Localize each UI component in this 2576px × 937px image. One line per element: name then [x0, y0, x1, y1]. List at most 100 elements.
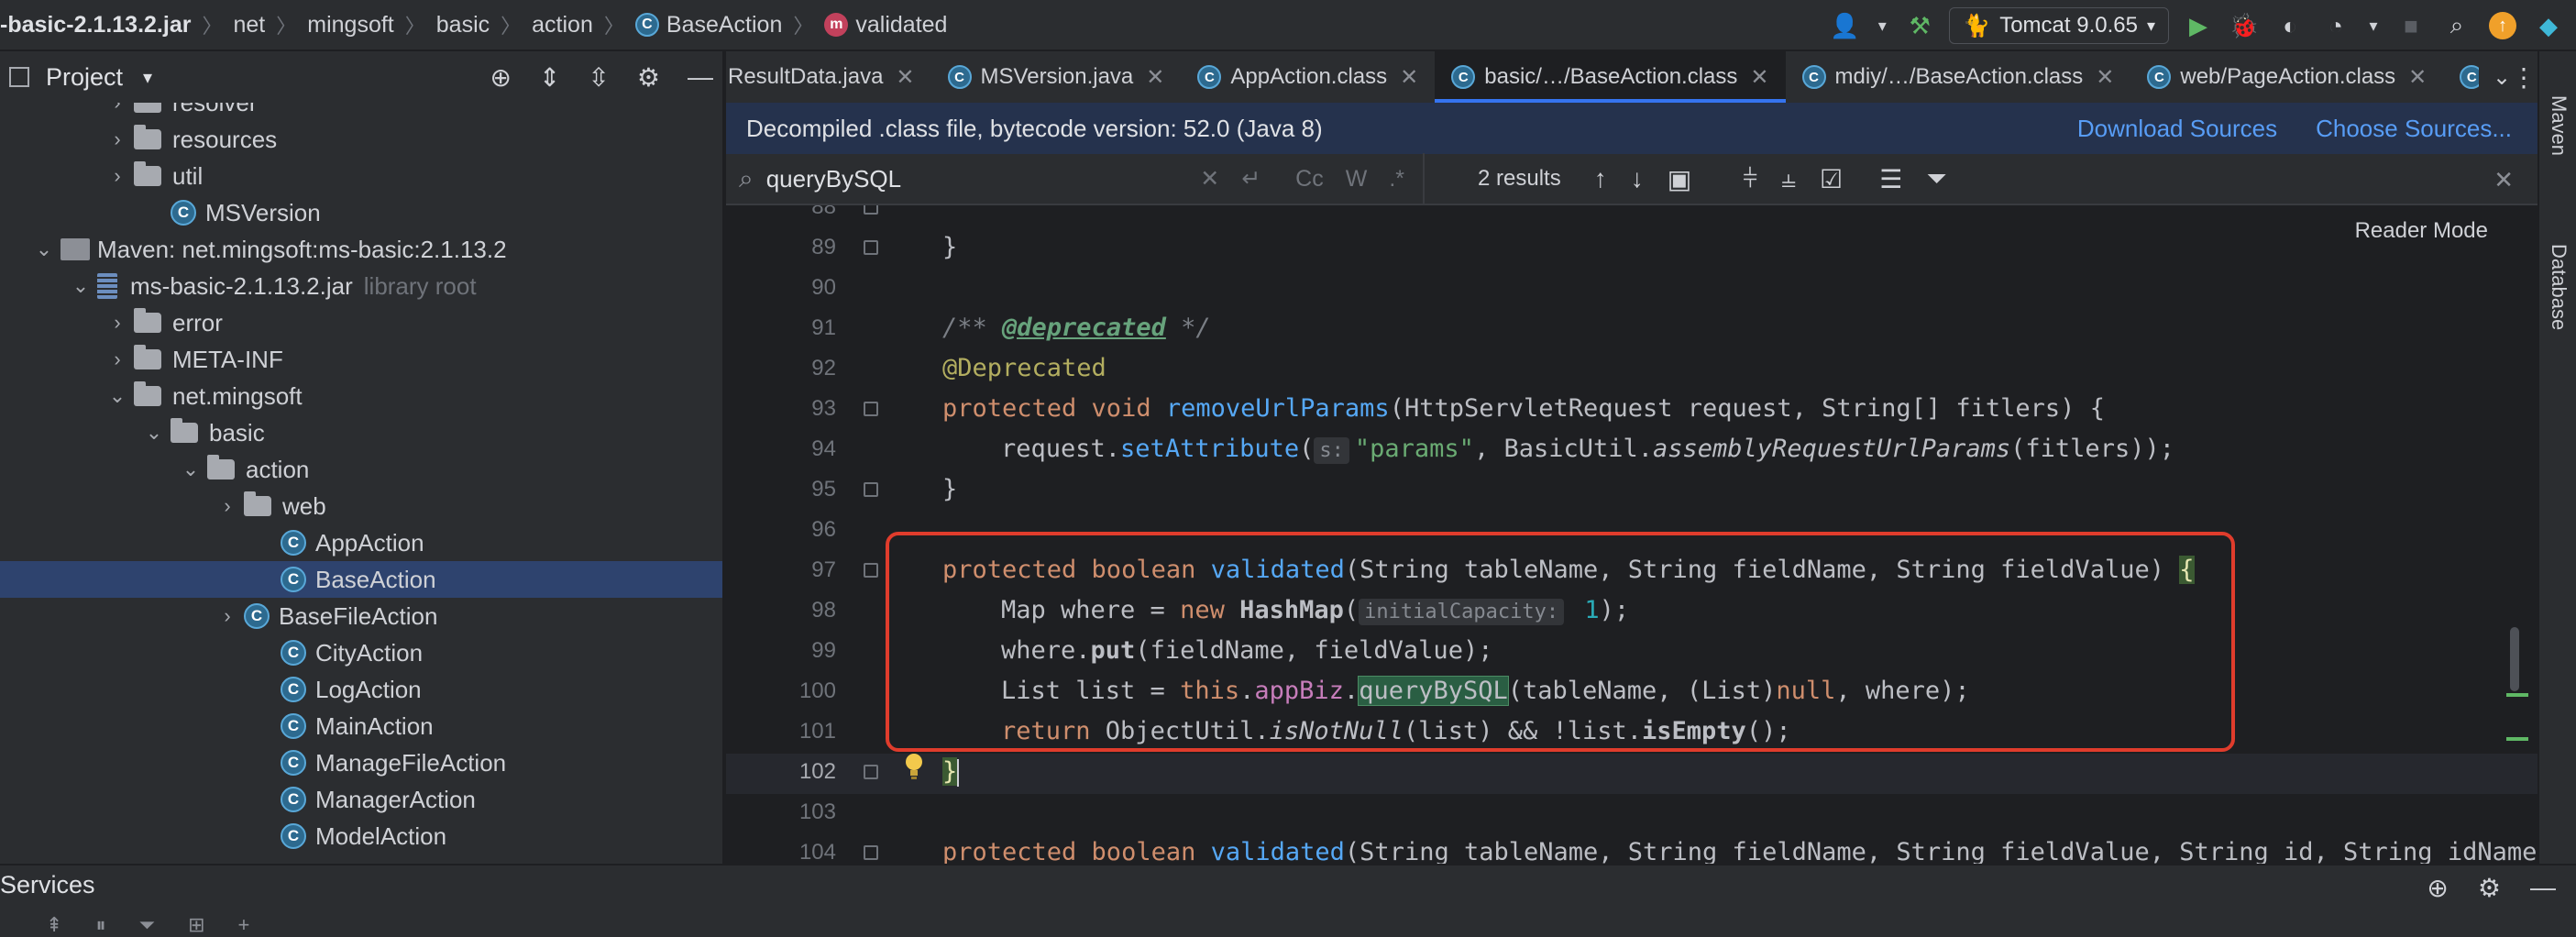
- add-selection-icon[interactable]: ⫩: [1743, 164, 1757, 194]
- tree-item[interactable]: › C BaseFileAction: [0, 598, 722, 634]
- close-tab-icon[interactable]: ✕: [2096, 64, 2114, 91]
- new-service-icon[interactable]: ⊞: [188, 913, 204, 937]
- maven-tool-button[interactable]: Maven: [2547, 95, 2570, 156]
- hide-panel-icon[interactable]: —: [688, 62, 713, 92]
- fold-marker-icon[interactable]: [864, 765, 878, 779]
- select-all-occurrences-icon[interactable]: ☑: [1820, 164, 1843, 194]
- stop-icon[interactable]: ■: [2394, 9, 2427, 42]
- add-icon[interactable]: +: [238, 913, 250, 937]
- tree-item[interactable]: › resources: [0, 121, 722, 158]
- close-tab-icon[interactable]: ✕: [2408, 64, 2427, 91]
- tree-item[interactable]: C MSVersion: [0, 194, 722, 231]
- more-run-options-icon[interactable]: ▾: [2365, 9, 2382, 42]
- fold-marker-icon[interactable]: [864, 240, 878, 255]
- hide-services-icon[interactable]: —: [2530, 873, 2556, 903]
- filter-options-icon[interactable]: ☰: [1879, 164, 1902, 194]
- whole-words-toggle[interactable]: W: [1346, 166, 1368, 193]
- add-service-icon[interactable]: ⊕: [2427, 873, 2448, 903]
- close-tab-icon[interactable]: ✕: [1750, 64, 1768, 91]
- close-tab-icon[interactable]: ✕: [1400, 64, 1418, 91]
- database-tool-button[interactable]: Database: [2547, 244, 2570, 330]
- tree-item[interactable]: › resolver: [0, 103, 722, 121]
- services-settings-gear-icon[interactable]: ⚙: [2478, 873, 2501, 903]
- tree-item[interactable]: ⌄ Maven: net.mingsoft:ms-basic:2.1.13.2: [0, 231, 722, 268]
- build-hammer-icon[interactable]: ⚒: [1903, 9, 1936, 42]
- project-view-chevron-icon[interactable]: ▾: [143, 66, 152, 89]
- tree-item[interactable]: C ManageFileAction: [0, 744, 722, 781]
- close-tab-icon[interactable]: ✕: [896, 64, 914, 91]
- breadcrumb-item[interactable]: m validated: [824, 12, 947, 39]
- chevron-down-icon[interactable]: ⌄: [106, 384, 128, 408]
- fold-marker-icon[interactable]: [864, 845, 878, 860]
- breadcrumb-item[interactable]: -basic-2.1.13.2.jar: [0, 12, 191, 39]
- new-line-icon[interactable]: ↵: [1241, 165, 1260, 193]
- editor-tab[interactable]: ResultData.java ✕: [726, 51, 931, 103]
- breadcrumb-item[interactable]: action: [532, 12, 593, 39]
- chevron-right-icon[interactable]: ›: [106, 311, 128, 335]
- fold-marker-icon[interactable]: [864, 402, 878, 416]
- coverage-icon[interactable]: ◐: [2273, 9, 2306, 42]
- tree-item[interactable]: ⌄ action: [0, 451, 722, 488]
- breadcrumb-item[interactable]: net: [233, 12, 265, 39]
- lightbulb-icon[interactable]: [904, 753, 924, 780]
- editor-tab[interactable]: Cbasic/…/BaseAction.class ✕: [1435, 51, 1786, 103]
- download-sources-link[interactable]: Download Sources: [2077, 115, 2277, 143]
- clear-search-icon[interactable]: ✕: [1200, 165, 1219, 193]
- fold-marker-icon[interactable]: [864, 482, 878, 497]
- tree-item[interactable]: C AppAction: [0, 524, 722, 561]
- chevron-down-icon[interactable]: ⌄: [143, 421, 165, 445]
- chevron-right-icon[interactable]: ›: [216, 604, 238, 628]
- chevron-right-icon[interactable]: ›: [106, 164, 128, 188]
- services-title[interactable]: Services: [0, 871, 95, 899]
- search-input[interactable]: [765, 164, 1170, 193]
- tree-item[interactable]: ⌄ basic: [0, 414, 722, 451]
- tree-item[interactable]: C CityAction: [0, 634, 722, 671]
- tree-item[interactable]: ⌄ ms-basic-2.1.13.2.jar library root: [0, 268, 722, 304]
- tab-more-options-icon[interactable]: ⋮: [2510, 51, 2537, 103]
- editor-tab[interactable]: C MSVersion.java ✕: [931, 51, 1182, 103]
- expand-all-icon[interactable]: ⇕: [539, 62, 560, 93]
- chevron-down-icon[interactable]: ⌄: [180, 457, 202, 481]
- profile-icon[interactable]: ◔: [2319, 9, 2352, 42]
- unselect-occurrence-icon[interactable]: ⫨: [1781, 164, 1796, 194]
- regex-toggle[interactable]: .*: [1389, 166, 1404, 193]
- plugin-logo-icon[interactable]: ◆: [2532, 9, 2565, 42]
- match-case-toggle[interactable]: Cc: [1295, 166, 1324, 193]
- chevron-right-icon[interactable]: ›: [106, 347, 128, 371]
- fold-marker-icon[interactable]: [864, 563, 878, 578]
- tree-item[interactable]: C MainAction: [0, 708, 722, 744]
- chevron-right-icon[interactable]: ›: [216, 494, 238, 518]
- tree-item[interactable]: C ManagerAction: [0, 781, 722, 818]
- search-everywhere-icon[interactable]: ⌕: [2440, 9, 2473, 42]
- breadcrumb-item[interactable]: C BaseAction: [634, 12, 782, 39]
- previous-occurrence-icon[interactable]: ↑: [1594, 164, 1607, 193]
- chevron-right-icon[interactable]: ›: [106, 103, 128, 115]
- breadcrumb-item[interactable]: mingsoft: [307, 12, 393, 39]
- project-title[interactable]: Project: [46, 63, 123, 92]
- locate-target-icon[interactable]: ⊕: [490, 62, 511, 93]
- chevron-down-icon[interactable]: ⌄: [33, 237, 55, 261]
- code-editor[interactable]: 88 89 90 91 92 93 94 95 96 97 98 99 100 101 102 103 104 …: [726, 205, 2537, 864]
- tree-item[interactable]: C BaseAction: [0, 561, 722, 598]
- filter-services-icon[interactable]: ⏷: [138, 913, 155, 937]
- run-configuration-selector[interactable]: 🐈 Tomcat 9.0.65 ▾: [1949, 7, 2169, 44]
- tree-item[interactable]: › util: [0, 158, 722, 194]
- user-dropdown-icon[interactable]: ▾: [1874, 9, 1890, 42]
- run-icon[interactable]: ▶: [2182, 9, 2215, 42]
- reader-mode-toggle[interactable]: Reader Mode: [2355, 218, 2488, 244]
- chevron-down-icon[interactable]: ⌄: [70, 274, 92, 298]
- tree-item[interactable]: C LogAction: [0, 671, 722, 708]
- chevron-right-icon[interactable]: ›: [106, 127, 128, 151]
- tree-item[interactable]: ⌄ net.mingsoft: [0, 378, 722, 414]
- user-icon[interactable]: 👤: [1828, 9, 1861, 42]
- line-number-gutter[interactable]: 88 89 90 91 92 93 94 95 96 97 98 99 100 101 102 103 104: [726, 205, 836, 864]
- tree-item[interactable]: › error: [0, 304, 722, 341]
- collapse-all-icon[interactable]: ⇳: [588, 62, 609, 93]
- next-occurrence-icon[interactable]: ↓: [1631, 164, 1644, 193]
- open-in-window-icon[interactable]: ▣: [1668, 164, 1691, 194]
- debug-icon[interactable]: 🐞: [2228, 9, 2261, 42]
- tree-item[interactable]: › web: [0, 488, 722, 524]
- settings-gear-icon[interactable]: ⚙: [637, 62, 660, 93]
- editor-scrollbar[interactable]: [2510, 627, 2519, 691]
- editor-tab[interactable]: C AppAction.class ✕: [1181, 51, 1435, 103]
